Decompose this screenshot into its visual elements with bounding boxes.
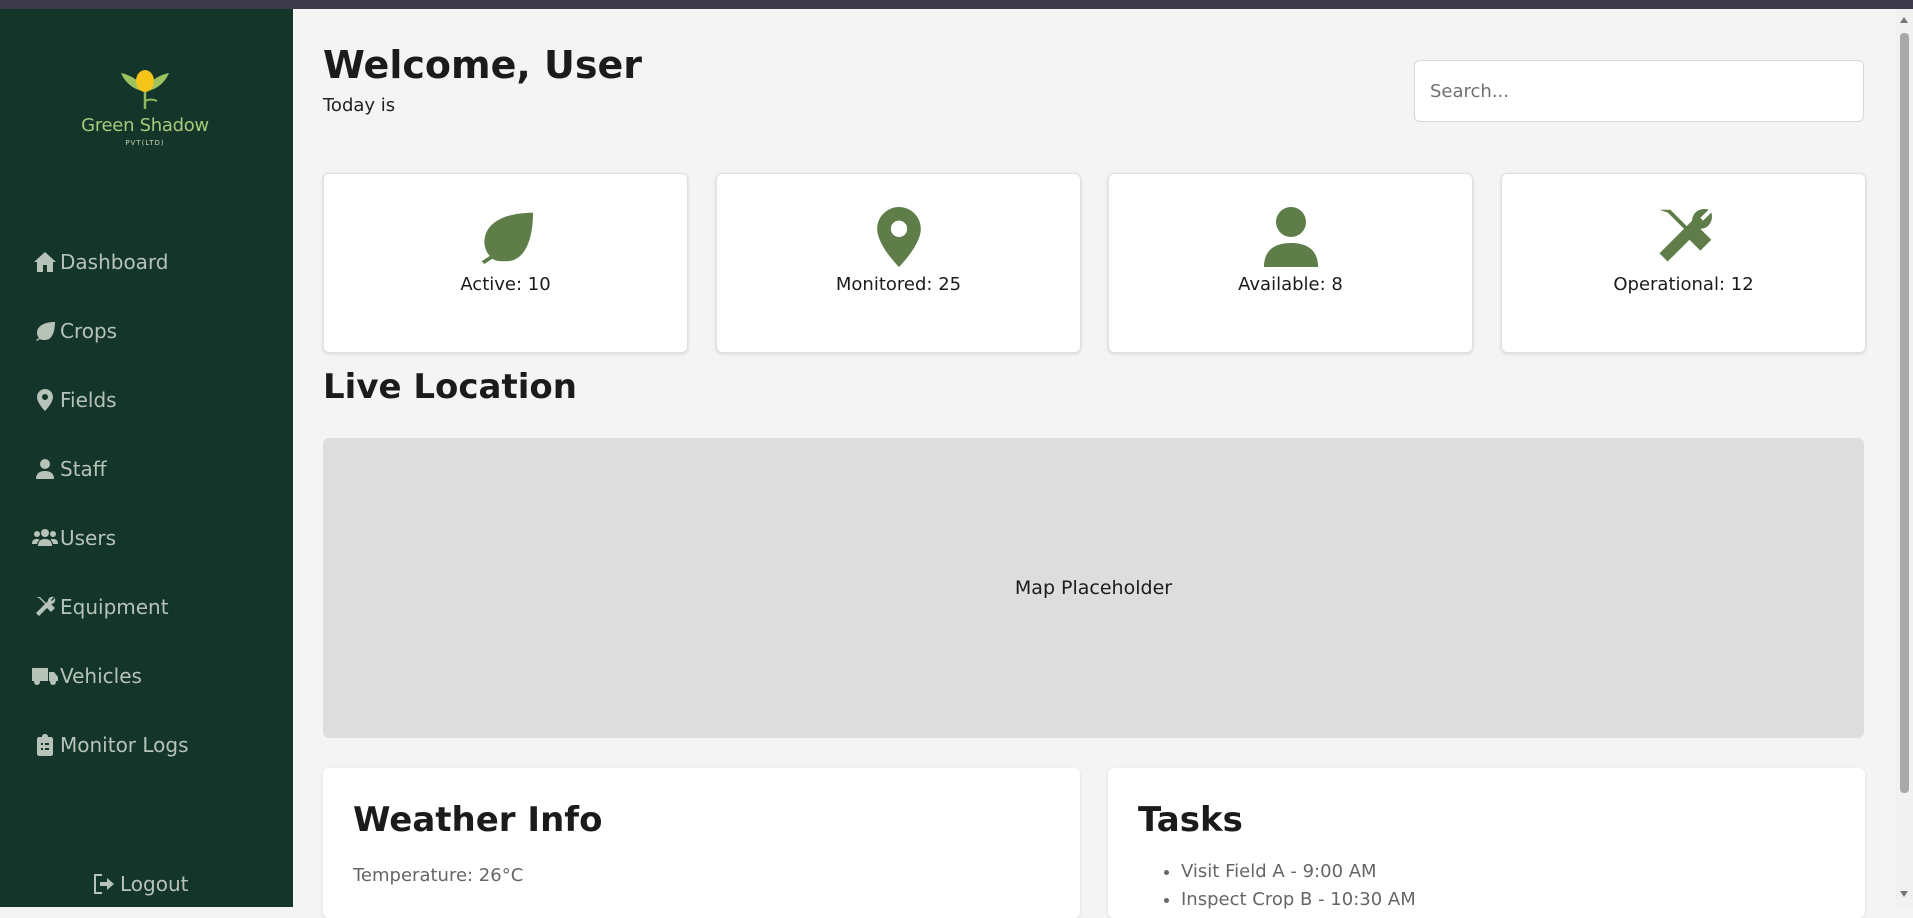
stat-card-label: Monitored: 25 — [835, 274, 962, 295]
brand-subtitle: PVT(LTD) — [125, 139, 165, 147]
sidebar-item-fields[interactable]: Fields — [0, 365, 293, 434]
scroll-up-arrow-icon[interactable] — [1900, 17, 1908, 23]
sidebar-item-label: Dashboard — [60, 249, 169, 274]
truck-icon — [32, 664, 58, 688]
page-title: Welcome, User — [323, 43, 643, 87]
stat-card-label: Active: 10 — [460, 274, 551, 295]
weather-panel: Weather Info Temperature: 26°C — [323, 768, 1080, 918]
weather-title: Weather Info — [353, 800, 603, 840]
stats-cards: Active: 10 Monitored: 25 Available: 8 Op… — [323, 173, 1866, 353]
scrollbar-thumb[interactable] — [1900, 33, 1909, 793]
today-text: Today is — [323, 95, 396, 116]
logout-icon — [94, 874, 114, 894]
sidebar: Green Shadow PVT(LTD) Dashboard Crops Fi… — [0, 9, 293, 907]
tasks-title: Tasks — [1138, 800, 1243, 840]
sidebar-item-label: Monitor Logs — [60, 732, 189, 757]
stat-card-label: Operational: 12 — [1613, 274, 1754, 295]
task-item: Visit Field A - 9:00 AM — [1181, 861, 1416, 882]
map-pin-icon — [717, 206, 1080, 268]
sidebar-item-label: Crops — [60, 318, 118, 343]
sidebar-nav: Dashboard Crops Fields Staff Users Equip… — [0, 227, 293, 779]
sidebar-item-crops[interactable]: Crops — [0, 296, 293, 365]
leaf-icon — [324, 206, 687, 268]
users-icon — [32, 526, 58, 550]
map-pin-icon — [32, 388, 58, 412]
main-content: Welcome, User Today is Active: 10 Monito… — [293, 9, 1896, 918]
sidebar-item-label: Users — [60, 525, 117, 550]
tools-icon — [1502, 206, 1865, 268]
sidebar-item-users[interactable]: Users — [0, 503, 293, 572]
user-icon — [1109, 206, 1472, 268]
tools-icon — [32, 595, 58, 619]
sidebar-item-staff[interactable]: Staff — [0, 434, 293, 503]
live-location-title: Live Location — [323, 367, 577, 407]
temperature-text: Temperature: 26°C — [353, 865, 524, 886]
map-placeholder-text: Map Placeholder — [1014, 577, 1173, 599]
sidebar-item-monitor-logs[interactable]: Monitor Logs — [0, 710, 293, 779]
stat-card-staff[interactable]: Available: 8 — [1108, 173, 1473, 353]
page-scrollbar[interactable] — [1896, 9, 1913, 907]
sidebar-item-label: Staff — [60, 456, 107, 481]
clipboard-icon — [32, 733, 58, 757]
logout-label: Logout — [120, 872, 189, 896]
sidebar-item-label: Equipment — [60, 594, 169, 619]
scroll-down-arrow-icon[interactable] — [1900, 891, 1908, 897]
stat-card-fields[interactable]: Monitored: 25 — [716, 173, 1081, 353]
window-top-bar — [0, 0, 1913, 9]
brand-logo: Green Shadow PVT(LTD) — [70, 69, 220, 169]
leaf-icon — [32, 319, 58, 343]
home-icon — [32, 250, 58, 274]
task-list: Visit Field A - 9:00 AM Inspect Crop B -… — [1138, 861, 1416, 917]
logo-plant-icon — [121, 70, 169, 109]
sidebar-item-label: Vehicles — [60, 663, 142, 688]
map-placeholder[interactable]: Map Placeholder — [323, 438, 1864, 738]
sidebar-item-vehicles[interactable]: Vehicles — [0, 641, 293, 710]
stat-card-crops[interactable]: Active: 10 — [323, 173, 688, 353]
stat-card-equipment[interactable]: Operational: 12 — [1501, 173, 1866, 353]
sidebar-item-equipment[interactable]: Equipment — [0, 572, 293, 641]
tasks-panel: Tasks Visit Field A - 9:00 AM Inspect Cr… — [1108, 768, 1865, 918]
sidebar-item-dashboard[interactable]: Dashboard — [0, 227, 293, 296]
brand-name: Green Shadow — [81, 115, 209, 136]
stat-card-label: Available: 8 — [1238, 274, 1343, 295]
sidebar-item-label: Fields — [60, 387, 117, 412]
search-input[interactable] — [1414, 60, 1864, 122]
logout-button[interactable]: Logout — [94, 872, 188, 896]
user-icon — [32, 457, 58, 481]
